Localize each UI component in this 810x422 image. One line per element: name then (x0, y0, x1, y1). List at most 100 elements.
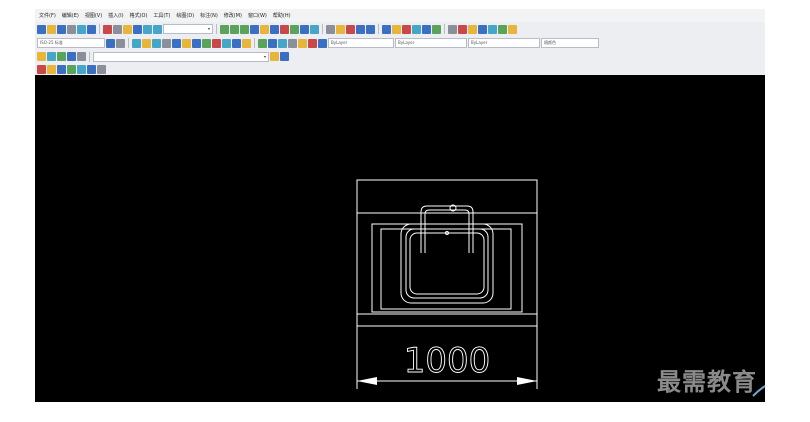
layer-isolate-icon[interactable] (182, 38, 191, 48)
insert-table-icon[interactable] (356, 24, 365, 34)
menu-view[interactable]: 视图(V) (85, 12, 102, 19)
current-layer-dropdown[interactable]: ▾ (93, 51, 269, 62)
move-icon[interactable] (448, 24, 457, 34)
stop-icon[interactable] (346, 24, 355, 34)
layer-color-icon[interactable] (172, 38, 181, 48)
lineweight-dropdown[interactable]: ByLayer (468, 38, 540, 48)
linetype-dropdown[interactable]: ByLayer (395, 38, 467, 48)
open-folder-icon[interactable] (47, 24, 56, 34)
layer-dropdown[interactable]: ByLayer (328, 38, 394, 48)
match-properties-icon[interactable] (133, 24, 142, 34)
cut-icon[interactable] (103, 24, 112, 34)
basin-inner (405, 228, 489, 299)
rotate-icon[interactable] (458, 24, 467, 34)
menu-draw[interactable]: 绘图(D) (176, 12, 194, 19)
rectangle-icon[interactable] (422, 24, 431, 34)
extend-icon[interactable] (488, 24, 497, 34)
layer-filter-icon[interactable] (67, 52, 76, 61)
dimension-arrow-right (517, 377, 537, 385)
plotstyle-dropdown[interactable]: 随颜色 (541, 38, 599, 48)
arc-icon[interactable] (412, 24, 421, 34)
orbit-icon[interactable] (132, 38, 141, 48)
command-dropdown[interactable]: ▾ (163, 24, 213, 34)
fillet-icon[interactable] (508, 24, 517, 34)
line-icon[interactable] (382, 24, 391, 34)
zoom-previous-icon[interactable] (250, 24, 259, 34)
ucs-icon[interactable] (97, 64, 106, 74)
sheet-set-icon[interactable] (290, 24, 299, 34)
menu-edit[interactable]: 编辑(E) (62, 12, 79, 19)
layer-on-icon[interactable] (222, 38, 231, 48)
camera-icon[interactable] (318, 38, 327, 48)
menu-window[interactable]: 窗口(W) (248, 12, 267, 19)
menu-help[interactable]: 帮助(H) (273, 12, 291, 19)
inquiry-icon[interactable] (87, 64, 96, 74)
paste-icon[interactable] (123, 24, 132, 34)
offset-icon[interactable] (498, 24, 507, 34)
toolbar-separator (89, 51, 90, 62)
undo-icon[interactable] (143, 24, 152, 34)
sheet-icon[interactable] (57, 64, 66, 74)
layer-off-icon[interactable] (212, 38, 221, 48)
trim-icon[interactable] (478, 24, 487, 34)
table-style-icon[interactable] (268, 38, 277, 48)
materials-icon[interactable] (308, 38, 317, 48)
workspace-icon[interactable] (37, 64, 46, 74)
toolbar-separator (378, 24, 379, 34)
block-icon[interactable] (326, 24, 335, 34)
layer-merge-icon[interactable] (232, 38, 241, 48)
layer-states-icon[interactable] (336, 24, 345, 34)
save-icon[interactable] (57, 24, 66, 34)
make-current-layer-icon[interactable] (270, 52, 279, 61)
layer-sun-icon[interactable] (57, 52, 66, 61)
freeze-icon[interactable] (152, 38, 161, 48)
menu-format[interactable]: 格式(O) (130, 12, 148, 19)
multileader-style-icon[interactable] (278, 38, 287, 48)
new-file-icon[interactable] (37, 24, 46, 34)
layer-walk-icon[interactable] (192, 38, 201, 48)
dimension-arrow-left (357, 377, 377, 385)
dimension-linear-icon[interactable] (366, 24, 375, 34)
layer-match-icon[interactable] (202, 38, 211, 48)
layer-delete-icon[interactable] (242, 38, 251, 48)
menu-modify[interactable]: 修改(M) (224, 12, 242, 19)
hatch-icon[interactable] (432, 24, 441, 34)
tool-palette-icon[interactable] (280, 24, 289, 34)
preview-icon[interactable] (77, 24, 86, 34)
workspace-settings-icon[interactable] (47, 64, 56, 74)
viewport-icon[interactable] (67, 64, 76, 74)
layer-unlock-icon[interactable] (77, 52, 86, 61)
publish-icon[interactable] (87, 24, 96, 34)
polyline-icon[interactable] (392, 24, 401, 34)
pan-icon[interactable] (220, 24, 229, 34)
print-icon[interactable] (67, 24, 76, 34)
render-icon[interactable] (298, 38, 307, 48)
standard-toolbar: ▾ (35, 22, 765, 36)
redo-icon[interactable] (153, 24, 162, 34)
copy-icon[interactable] (113, 24, 122, 34)
markup-icon[interactable] (300, 24, 309, 34)
zoom-window-icon[interactable] (240, 24, 249, 34)
circle-icon[interactable] (402, 24, 411, 34)
visual-style-icon[interactable] (288, 38, 297, 48)
text-style-dropdown[interactable]: ISO-25 标准 (37, 38, 105, 48)
dimension-style-icon[interactable] (258, 38, 267, 48)
layer-visibility-icon[interactable] (47, 52, 56, 61)
menu-dimension[interactable]: 标注(N) (200, 12, 218, 19)
layer-previous-icon[interactable] (116, 38, 125, 48)
scale-icon[interactable] (468, 24, 477, 34)
quickcalc-icon[interactable] (310, 24, 319, 34)
layer-previous-state-icon[interactable] (280, 52, 289, 61)
light-bulb-icon[interactable] (142, 38, 151, 48)
layer-properties-icon[interactable] (37, 52, 46, 61)
properties-icon[interactable] (260, 24, 269, 34)
layer-manager-icon[interactable] (106, 38, 115, 48)
zoom-realtime-icon[interactable] (230, 24, 239, 34)
design-center-icon[interactable] (270, 24, 279, 34)
menu-file[interactable]: 文件(F) (39, 12, 56, 19)
menu-insert[interactable]: 插入(I) (108, 12, 123, 19)
lock-icon[interactable] (162, 38, 171, 48)
menu-tools[interactable]: 工具(T) (153, 12, 170, 19)
draw-order-icon[interactable] (77, 64, 86, 74)
drawing-canvas[interactable]: 1000 (35, 75, 765, 402)
